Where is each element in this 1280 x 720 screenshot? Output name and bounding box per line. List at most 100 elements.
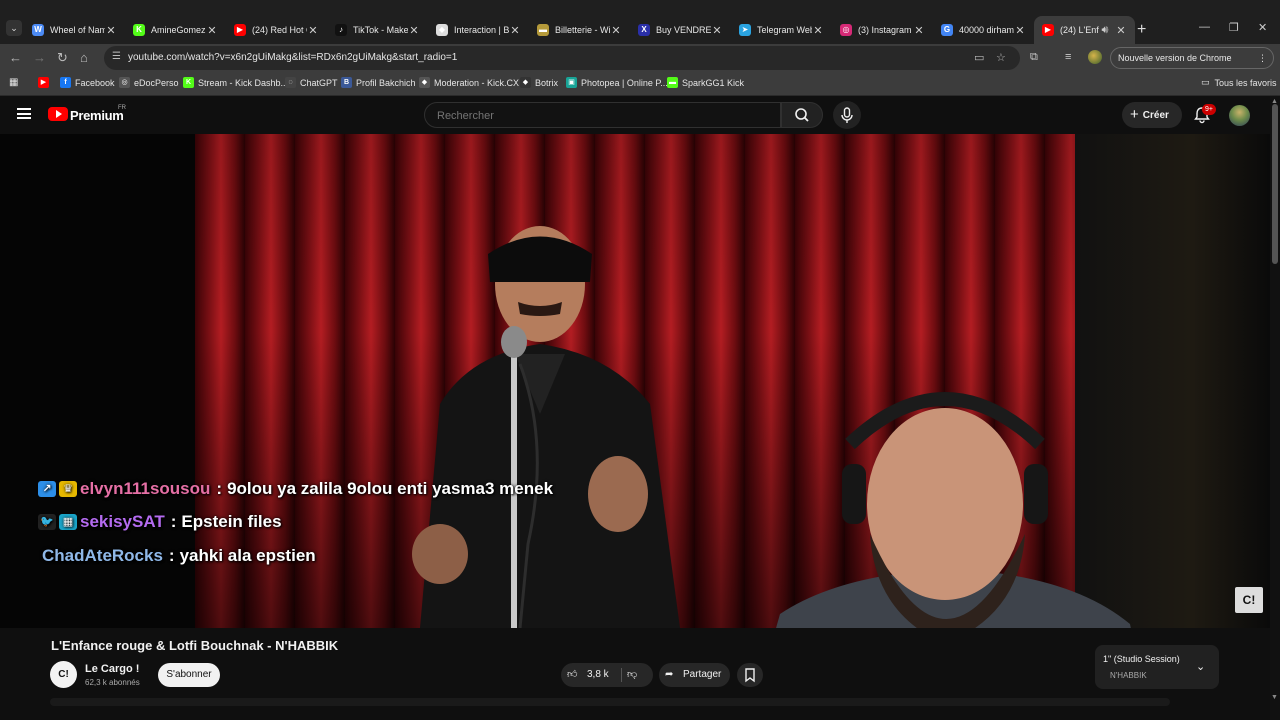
tab-title: Buy VENDREDI [656,25,711,35]
chat-badge-icon: 🐦 [38,514,56,530]
share-button[interactable]: ➦ Partager [659,663,730,687]
browser-tab[interactable]: ▬ Billetterie - Wi ✕ [529,16,630,44]
browser-tab[interactable]: X Buy VENDREDI✕ [630,16,731,44]
window-close-icon[interactable]: ✕ [1258,21,1267,34]
like-thumb-icon[interactable]: 👍︎ [567,663,577,687]
tab-close-icon[interactable]: ✕ [812,24,824,37]
video-title: L'Enfance rouge & Lotfi Bouchnak - N'HAB… [51,638,339,653]
apps-grid-icon[interactable]: ▦ [9,77,18,88]
tab-title: 40000 dirham [959,25,1014,35]
chat-text: 9olou ya zalila 9olou enti yasma3 menek [227,479,554,498]
search-button[interactable] [781,102,823,128]
tab-audio-icon[interactable]: 🔊︎ [1099,24,1111,37]
tab-favicon-icon: X [638,24,650,36]
account-avatar[interactable] [1229,105,1250,126]
site-info-icon[interactable]: ☰ [112,51,121,62]
tab-favicon-icon: ◆ [436,24,448,36]
install-icon[interactable]: ▭ [974,51,984,64]
tab-favicon-icon: G [941,24,953,36]
dislike-thumb-icon[interactable]: 👎︎ [627,663,637,687]
tab-close-icon[interactable]: ✕ [711,24,723,37]
chat-message: ↗ ♛ elvyn111sousou:9olou ya zalila 9olou e… [38,479,553,499]
forward-icon[interactable]: → [33,50,46,65]
tab-close-icon[interactable]: ✕ [610,24,622,37]
address-bar[interactable]: ☰ youtube.com/watch?v=x6n2gUiMakg&list=R… [104,46,1020,70]
bookmark-favicon-icon: K [183,77,194,88]
bookmark-label: Stream - Kick Dashb... [198,77,289,88]
scroll-down-icon[interactable]: ▼ [1271,694,1278,701]
browser-tab[interactable]: ◎ (3) Instagram ✕ [832,16,933,44]
bookmark-item[interactable]: ▬ SparkGG1 Kick [667,77,744,88]
guide-menu-icon[interactable] [17,108,31,119]
browser-tab[interactable]: K AmineGomez ✕ [125,16,226,44]
tab-close-icon[interactable]: ✕ [1014,24,1026,37]
tab-favicon-icon: K [133,24,145,36]
browser-tab[interactable]: ▶ (24) L'Enfance🔊︎ ✕ [1034,16,1135,44]
save-button[interactable] [737,663,763,687]
browser-tab[interactable]: G 40000 dirham ✕ [933,16,1034,44]
channel-name[interactable]: Le Cargo ! [85,663,139,675]
home-icon[interactable]: ⌂ [80,50,88,65]
reload-icon[interactable]: ↻ [57,50,68,66]
browser-tab[interactable]: ♪ TikTok - Make ✕ [327,16,428,44]
browser-window: { "tabs": [ {"title": "Wheel of Names", … [0,0,1280,720]
tab-close-icon[interactable]: ✕ [509,24,521,37]
bookmark-item[interactable]: ◆ Botrix [520,77,558,88]
profile-avatar[interactable] [1088,50,1102,64]
browser-tab[interactable]: W Wheel of Names✕ [24,16,125,44]
scrollbar-thumb[interactable] [1272,104,1278,264]
tab-title: TikTok - Make [353,25,408,35]
bookmarks-bar: ▦ ▶ f Facebook ◎ eDocPerso K Stream - Kick Das… [0,72,1280,96]
tab-title: Wheel of Names [50,25,105,35]
bookmark-label: Photopea | Online P... [581,77,668,88]
youtube-brand[interactable]: Premium [70,108,124,123]
channel-watermark[interactable]: C! [1235,587,1263,613]
tab-close-icon[interactable]: ✕ [408,24,420,37]
singer-figure [412,226,680,628]
bookmark-item[interactable]: ◆ Moderation - Kick.CX [419,77,519,88]
voice-search-button[interactable] [833,101,861,129]
tab-close-icon[interactable]: ✕ [206,24,218,37]
channel-avatar[interactable]: C! [50,661,77,688]
bookmark-item[interactable]: ▶ [38,77,53,88]
tab-close-icon[interactable]: ✕ [105,24,117,37]
minimize-icon[interactable]: — [1199,21,1210,33]
like-count[interactable]: 3,8 k [587,663,609,687]
tab-close-icon[interactable]: ✕ [1115,24,1127,37]
bookmark-icon [745,668,755,683]
media-control-icon[interactable]: ≡ [1065,51,1071,63]
scroll-up-icon[interactable]: ▲ [1271,98,1278,105]
browser-tab[interactable]: ◆ Interaction | Bot✕ [428,16,529,44]
chevron-down-icon[interactable]: ⌄ [1196,660,1205,673]
notification-count-badge: 9+ [1202,104,1216,115]
chrome-update-button[interactable]: Nouvelle version de Chrome disponible ⋮ [1110,47,1274,83]
bookmark-item[interactable]: ▣ Photopea | Online P... [566,77,668,88]
tab-search-chevron-icon[interactable]: ⌄ [6,20,22,36]
youtube-logo-icon[interactable] [48,107,68,121]
tab-close-icon[interactable]: ✕ [913,24,925,37]
bookmark-favicon-icon: ▣ [566,77,577,88]
restore-icon[interactable]: ❐ [1229,21,1239,34]
bookmark-item[interactable]: ◌ ChatGPT [285,77,338,88]
tab-close-icon[interactable]: ✕ [307,24,319,37]
bookmark-item[interactable]: ◎ eDocPerso [119,77,179,88]
back-icon[interactable]: ← [9,50,22,65]
bookmark-favicon-icon: ▬ [667,77,678,88]
browser-tab[interactable]: ➤ Telegram Web ✕ [731,16,832,44]
bookmark-item[interactable]: f Facebook [60,77,115,88]
all-bookmarks-button[interactable]: ▭ Tous les favoris [1201,77,1277,88]
browser-tab[interactable]: ▶ (24) Red Hot Chili✕ [226,16,327,44]
kebab-menu-icon[interactable]: ⋮ [1258,48,1267,68]
bookmark-star-icon[interactable]: ☆ [996,51,1006,64]
tab-favicon-icon: ◎ [840,24,852,36]
bookmark-favicon-icon: ◎ [119,77,130,88]
chat-message: 🐦 ▦ sekisySAT: Epstein files [38,512,282,532]
new-tab-plus-icon[interactable]: + [1137,21,1146,39]
search-box [424,102,781,128]
extensions-icon[interactable]: ⧉ [1030,51,1038,64]
search-input[interactable] [437,107,757,125]
bookmark-item[interactable]: K Stream - Kick Dashb... [183,77,288,88]
create-button[interactable]: + Créer [1122,102,1182,128]
bookmark-item[interactable]: B Profil Bakchich [341,77,416,88]
subscribe-button[interactable]: S'abonner [158,663,220,687]
